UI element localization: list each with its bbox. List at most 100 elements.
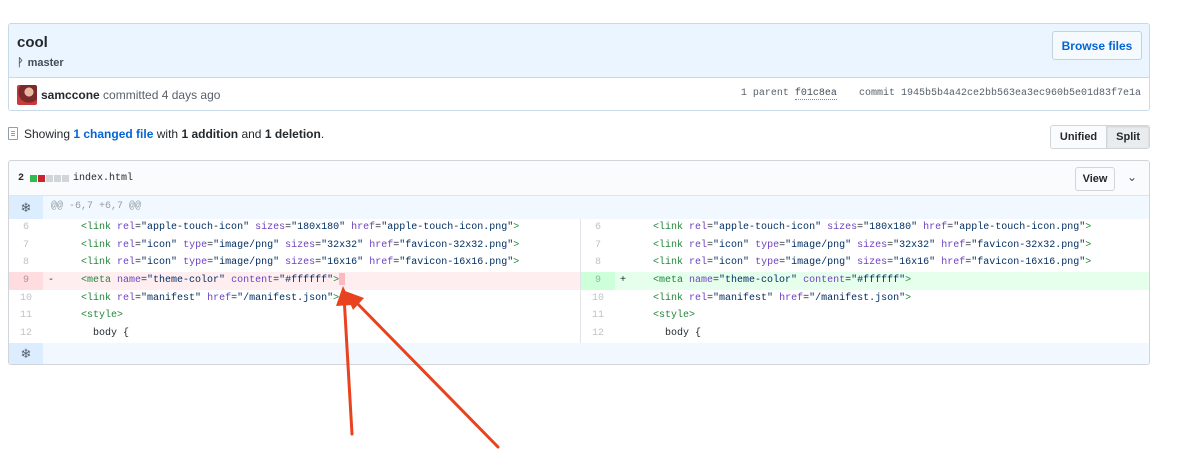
chevron-down-icon[interactable]: ⌄ bbox=[1127, 170, 1137, 184]
code-token: "icon" bbox=[713, 257, 750, 269]
line-number[interactable]: 12 bbox=[581, 325, 615, 343]
diff-sign bbox=[615, 219, 631, 237]
code-token: <link bbox=[653, 222, 690, 233]
code-token: "/manifest.json" bbox=[237, 292, 334, 304]
code-token: sizes bbox=[255, 222, 286, 233]
diff-sign bbox=[615, 307, 631, 325]
right-diff-line: 9 + <meta name="theme-color" content="#fff… bbox=[580, 272, 1149, 290]
line-number[interactable]: 12 bbox=[9, 325, 43, 343]
left-diff-line: 7 <link rel="icon" type="image/png" sizes… bbox=[9, 237, 580, 255]
line-number[interactable]: 8 bbox=[9, 254, 43, 272]
code-token: content bbox=[231, 275, 274, 287]
left-diff-line: 10 <link rel="manifest" href="/manifest.j… bbox=[9, 290, 580, 308]
line-number[interactable]: 9 bbox=[581, 272, 615, 290]
diff-sign bbox=[43, 325, 59, 343]
line-number[interactable]: 8 bbox=[581, 254, 615, 272]
code-token: "32x32" bbox=[321, 239, 364, 251]
code-token: "apple-touch-icon" bbox=[141, 222, 250, 233]
code-token: rel bbox=[689, 292, 708, 304]
unified-button[interactable]: Unified bbox=[1050, 126, 1107, 148]
code-token: "theme-color" bbox=[719, 275, 798, 287]
code-token: <style> bbox=[81, 310, 124, 322]
code-token: "32x32" bbox=[893, 239, 936, 251]
left-diff-line: 8 <link rel="icon" type="image/png" sizes… bbox=[9, 254, 580, 272]
code-line: <style> bbox=[59, 307, 580, 325]
code-line: <link rel="icon" type="image/png" sizes=… bbox=[59, 254, 580, 272]
file-diff: 2 index.html View ⌄ ❄ @@ -6,7 +6,7 @@ 6 <… bbox=[8, 160, 1150, 365]
code-token: sizes bbox=[857, 239, 888, 251]
diff-row: 10 <link rel="manifest" href="/manifest.j… bbox=[9, 289, 1149, 308]
expand-icon[interactable]: ❄ bbox=[9, 342, 43, 364]
left-diff-line: 12 body { bbox=[9, 325, 580, 343]
right-diff-line: 6 <link rel="apple-touch-icon" sizes="180… bbox=[580, 219, 1149, 237]
line-number[interactable]: 7 bbox=[581, 237, 615, 255]
code-token: "/manifest.json" bbox=[809, 292, 906, 304]
code-token: > bbox=[905, 292, 912, 304]
code-line: <style> bbox=[631, 307, 1149, 325]
diff-row: 7 <link rel="icon" type="image/png" sizes… bbox=[9, 236, 1149, 255]
code-token: > bbox=[513, 257, 520, 269]
commit-label: commit bbox=[858, 88, 895, 99]
diff-sign: + bbox=[619, 275, 626, 287]
code-token: type bbox=[755, 239, 780, 251]
code-line: <link rel="apple-touch-icon" sizes="180x… bbox=[631, 219, 1149, 237]
code-token: "apple-touch-icon.png" bbox=[381, 222, 514, 233]
code-token: "image/png" bbox=[785, 257, 852, 269]
file-name[interactable]: index.html bbox=[73, 173, 133, 184]
code-token: > bbox=[333, 292, 340, 304]
code-token: > bbox=[1085, 257, 1092, 269]
diff-sign bbox=[43, 219, 59, 237]
browse-files-button[interactable]: Browse files bbox=[1052, 31, 1142, 60]
line-number[interactable]: 10 bbox=[9, 290, 43, 308]
right-diff-line: 7 <link rel="icon" type="image/png" sizes… bbox=[580, 236, 1149, 255]
commit-title: cool bbox=[17, 34, 48, 51]
parent-label: 1 parent bbox=[740, 88, 789, 99]
diff-row: 11 <style> 11 <style> bbox=[9, 307, 1149, 326]
author-link[interactable]: samccone bbox=[41, 88, 100, 102]
code-token: href bbox=[351, 222, 376, 233]
line-number[interactable]: 9 bbox=[9, 272, 43, 290]
code-token: > bbox=[1085, 222, 1092, 233]
code-token: "manifest" bbox=[713, 292, 774, 304]
code-token: <link bbox=[653, 257, 690, 269]
diffstat-block bbox=[38, 175, 45, 182]
code-token: type bbox=[183, 257, 208, 269]
code-token: href bbox=[779, 292, 804, 304]
code-token: > bbox=[513, 222, 520, 233]
parent-sha-link[interactable]: f01c8ea bbox=[794, 88, 837, 100]
line-number[interactable]: 11 bbox=[9, 307, 43, 325]
diff-sign bbox=[43, 237, 59, 255]
code-line: <link rel="manifest" href="/manifest.jso… bbox=[631, 290, 1149, 308]
code-token: <link bbox=[81, 292, 118, 304]
code-token: > bbox=[1085, 239, 1092, 251]
git-branch-icon: ᚹ bbox=[17, 57, 24, 69]
code-token: sizes bbox=[285, 257, 316, 269]
changed-files-link[interactable]: 1 changed file bbox=[73, 127, 153, 141]
avatar[interactable] bbox=[17, 85, 37, 105]
code-token: "favicon-16x16.png" bbox=[971, 257, 1086, 269]
line-number[interactable]: 11 bbox=[581, 307, 615, 325]
branch-name[interactable]: master bbox=[28, 57, 64, 69]
diff-toolbar: Showing 1 changed file with 1 addition a… bbox=[8, 125, 1150, 149]
commit-meta: samccone committed 4 days ago 1 parent f… bbox=[9, 78, 1149, 110]
code-token: "favicon-16x16.png" bbox=[399, 257, 514, 269]
code-token: rel bbox=[117, 239, 136, 251]
branch-label: ᚹ master bbox=[17, 57, 64, 69]
commit-shas: 1 parent f01c8ea commit 1945b5b4a42ce2bb… bbox=[741, 88, 1141, 100]
code-token: rel bbox=[689, 239, 708, 251]
line-number[interactable]: 7 bbox=[9, 237, 43, 255]
file-header: 2 index.html View ⌄ bbox=[9, 161, 1149, 196]
line-number[interactable]: 6 bbox=[581, 219, 615, 237]
left-diff-line: 6 <link rel="apple-touch-icon" sizes="180… bbox=[9, 219, 580, 237]
diff-sign bbox=[615, 237, 631, 255]
code-line: body { bbox=[59, 325, 580, 343]
right-diff-line: 12 body { bbox=[580, 325, 1149, 343]
split-button[interactable]: Split bbox=[1106, 126, 1149, 148]
expand-icon[interactable]: ❄ bbox=[9, 196, 43, 219]
line-number[interactable]: 6 bbox=[9, 219, 43, 237]
code-line: <link rel="icon" type="image/png" sizes=… bbox=[631, 254, 1149, 272]
code-line: <link rel="manifest" href="/manifest.jso… bbox=[59, 290, 580, 308]
line-number[interactable]: 10 bbox=[581, 290, 615, 308]
code-token: href bbox=[941, 239, 966, 251]
view-file-button[interactable]: View bbox=[1075, 167, 1115, 191]
